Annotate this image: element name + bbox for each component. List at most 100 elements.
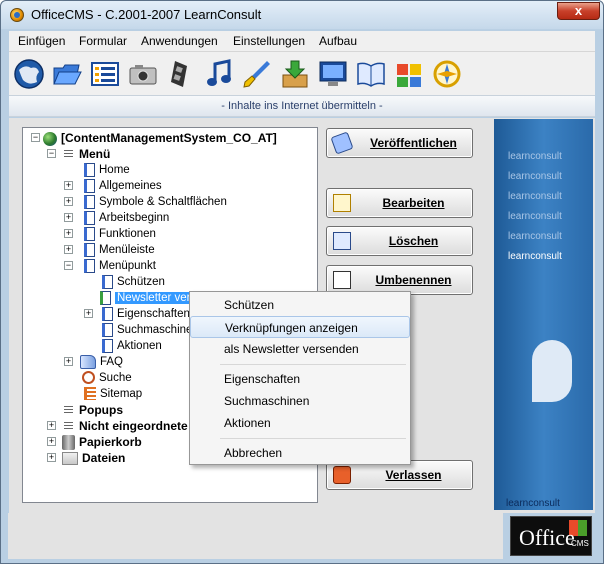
officecms-logo: Office CMS xyxy=(510,516,592,556)
menu-icon xyxy=(64,422,73,432)
tree-item-faq[interactable]: FAQ xyxy=(80,354,123,370)
loeschen-button[interactable]: Löschen xyxy=(326,226,473,256)
page-icon xyxy=(84,226,95,241)
film-icon[interactable] xyxy=(165,58,197,90)
brand-text: learnconsult xyxy=(508,191,562,202)
tree-item-schuetzen[interactable]: Schützen xyxy=(102,274,165,290)
compass-icon[interactable] xyxy=(431,58,463,90)
toolbar xyxy=(9,51,595,95)
brand-mark-icon xyxy=(532,340,572,402)
tree-item-suche[interactable]: Suche xyxy=(82,370,132,386)
page-link-icon xyxy=(100,290,111,305)
globe-icon xyxy=(43,131,57,146)
expander-menu[interactable]: − xyxy=(47,149,56,158)
edit-icon xyxy=(333,194,351,212)
ctx-eigenschaften[interactable]: Eigenschaften xyxy=(190,368,410,390)
brand-panel: learnconsult learnconsult learnconsult l… xyxy=(494,119,593,510)
expander-dateien[interactable]: + xyxy=(47,453,56,462)
page-icon xyxy=(102,306,113,321)
menu-einfuegen[interactable]: Einfügen xyxy=(18,34,65,48)
publish-icon xyxy=(330,131,354,155)
brand-text-bottom: learnconsult xyxy=(506,498,560,509)
brand-text: learnconsult xyxy=(508,231,562,242)
tree-item-allgemeines[interactable]: Allgemeines xyxy=(84,178,162,194)
tree-item-eigenschaften[interactable]: Eigenschaften xyxy=(102,306,190,322)
page-icon xyxy=(102,274,113,289)
delete-icon xyxy=(333,232,351,250)
tree-item-sitemap[interactable]: Sitemap xyxy=(84,386,142,402)
expander-menuepunkt[interactable]: − xyxy=(64,261,73,270)
menu-aufbau[interactable]: Aufbau xyxy=(319,34,357,48)
tree-item-funktionen[interactable]: Funktionen xyxy=(84,226,156,242)
ctx-separator xyxy=(220,364,406,365)
book-icon[interactable] xyxy=(355,58,387,90)
ctx-suchmaschinen[interactable]: Suchmaschinen xyxy=(190,390,410,412)
tree-dateien[interactable]: Dateien xyxy=(62,450,125,466)
tree-popups[interactable]: Popups xyxy=(64,402,123,418)
sitemap-icon xyxy=(84,387,96,401)
tree-item-suchmaschinen[interactable]: Suchmaschine xyxy=(102,322,192,338)
brand-text: learnconsult xyxy=(508,251,562,262)
download-icon[interactable] xyxy=(279,58,311,90)
puzzle-icon[interactable] xyxy=(393,58,425,90)
ctx-schuetzen[interactable]: Schützen xyxy=(190,294,410,316)
bearbeiten-button[interactable]: Bearbeiten xyxy=(326,188,473,218)
expander-faq[interactable]: + xyxy=(64,357,73,366)
menu-anwendungen[interactable]: Anwendungen xyxy=(141,34,218,48)
menu-icon xyxy=(64,150,73,160)
info-bar: - Inhalte ins Internet übermitteln - xyxy=(9,95,595,117)
expander-root[interactable]: − xyxy=(31,133,40,142)
expander-eigenschaften[interactable]: + xyxy=(84,309,93,318)
folder-icon[interactable] xyxy=(51,58,83,90)
context-menu: Schützen Verknüpfungen anzeigen als News… xyxy=(189,291,411,465)
title-bar[interactable]: OfficeCMS - C.2001-2007 LearnConsult x xyxy=(1,1,603,29)
camera-icon[interactable] xyxy=(127,58,159,90)
tree-nicht-eingeordnete[interactable]: Nicht eingeordnete xyxy=(64,418,188,434)
expander-nicht[interactable]: + xyxy=(47,421,56,430)
expander-symbole[interactable]: + xyxy=(64,197,73,206)
ctx-aktionen[interactable]: Aktionen xyxy=(190,412,410,434)
brush-icon[interactable] xyxy=(241,58,273,90)
tree-item-menuepunkt[interactable]: Menüpunkt xyxy=(84,258,156,274)
expander-funktionen[interactable]: + xyxy=(64,229,73,238)
expander-menueleiste[interactable]: + xyxy=(64,245,73,254)
window-title: OfficeCMS - C.2001-2007 LearnConsult xyxy=(31,7,262,22)
expander-allgemeines[interactable]: + xyxy=(64,181,73,190)
page-icon xyxy=(84,258,95,273)
page-icon xyxy=(102,322,113,337)
tree-root[interactable]: [ContentManagementSystem_CO_AT] xyxy=(43,130,277,146)
tree-item-aktionen[interactable]: Aktionen xyxy=(102,338,162,354)
menu-bar: Einfügen Formular Anwendungen Einstellun… xyxy=(9,31,595,51)
page-icon xyxy=(102,338,113,353)
brand-text: learnconsult xyxy=(508,171,562,182)
list-icon[interactable] xyxy=(89,58,121,90)
monitor-icon[interactable] xyxy=(317,58,349,90)
ctx-newsletter[interactable]: als Newsletter versenden xyxy=(190,338,410,360)
search-icon xyxy=(82,371,95,385)
tree-item-menueleiste[interactable]: Menüleiste xyxy=(84,242,155,258)
expander-arbeitsbeginn[interactable]: + xyxy=(64,213,73,222)
ctx-separator xyxy=(220,438,406,439)
menu-einstellungen[interactable]: Einstellungen xyxy=(233,34,305,48)
close-button[interactable]: x xyxy=(557,2,600,20)
ctx-verknuepfungen[interactable]: Verknüpfungen anzeigen xyxy=(190,316,410,338)
tree-papierkorb[interactable]: Papierkorb xyxy=(62,434,142,451)
tree-item-home[interactable]: Home xyxy=(84,162,130,178)
menu-icon xyxy=(64,406,73,416)
ctx-abbrechen[interactable]: Abbrechen xyxy=(190,442,410,464)
page-icon xyxy=(84,210,95,225)
tree-item-symbole[interactable]: Symbole & Schaltflächen xyxy=(84,194,227,210)
tree-item-arbeitsbeginn[interactable]: Arbeitsbeginn xyxy=(84,210,169,226)
page-icon xyxy=(84,194,95,209)
page-icon xyxy=(84,178,95,193)
expander-papierkorb[interactable]: + xyxy=(47,437,56,446)
music-icon[interactable] xyxy=(203,58,235,90)
menu-formular[interactable]: Formular xyxy=(79,34,127,48)
app-icon[interactable] xyxy=(10,8,24,22)
globe-icon[interactable] xyxy=(13,58,45,90)
tree-menu[interactable]: Menü xyxy=(64,146,110,162)
tree-item-newsletter[interactable]: Newsletter ver xyxy=(100,290,193,306)
brand-text: learnconsult xyxy=(508,211,562,222)
page-icon xyxy=(84,162,95,177)
veroeffentlichen-button[interactable]: Veröffentlichen xyxy=(326,128,473,158)
